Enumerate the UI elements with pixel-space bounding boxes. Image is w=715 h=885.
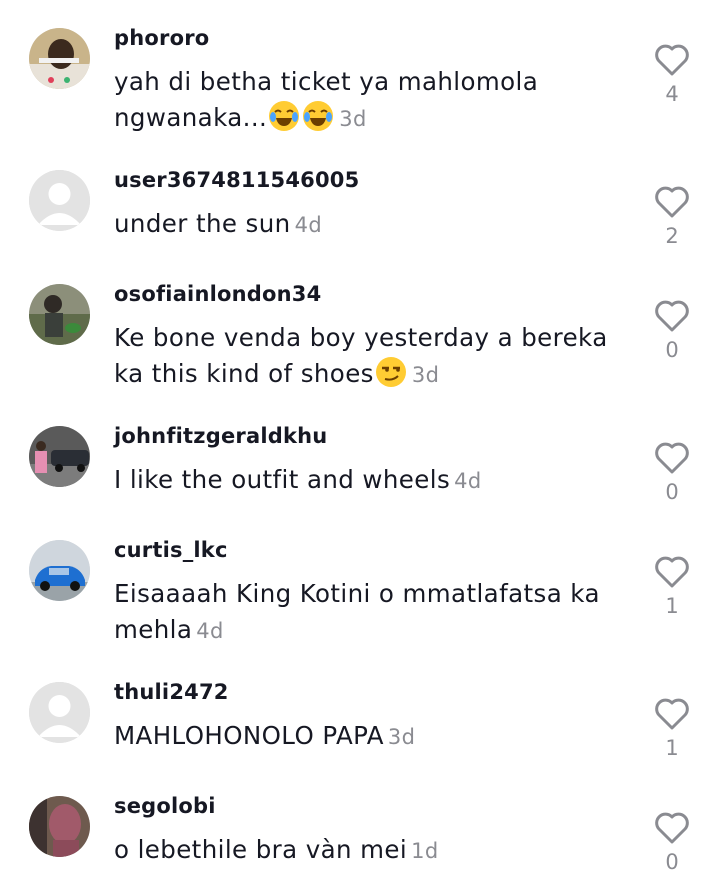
like-count: 1	[665, 594, 679, 618]
smirking-face-icon	[375, 356, 407, 388]
comment-time: 3d	[339, 107, 367, 131]
like-button[interactable]: 0	[650, 440, 694, 504]
comment-body: MAHLOHONOLO PAPA	[114, 721, 384, 750]
like-button[interactable]: 2	[650, 184, 694, 248]
comment-text: Eisaaaah King Kotini o mmatlafatsa ka me…	[114, 576, 639, 649]
avatar[interactable]	[29, 540, 90, 601]
username[interactable]: thuli2472	[114, 680, 229, 704]
comment-text: under the sun 4d	[114, 206, 639, 243]
avatar[interactable]	[29, 170, 90, 231]
heart-icon	[655, 698, 689, 730]
comment-time: 1d	[411, 839, 439, 863]
username[interactable]: curtis_lkc	[114, 538, 228, 562]
heart-icon	[655, 300, 689, 332]
avatar[interactable]	[29, 682, 90, 743]
avatar[interactable]	[29, 426, 90, 487]
heart-icon	[655, 44, 689, 76]
like-count: 0	[665, 480, 679, 504]
like-count: 0	[665, 338, 679, 362]
like-count: 0	[665, 850, 679, 874]
comment-body: under the sun	[114, 209, 291, 238]
comment-body: Eisaaaah King Kotini o mmatlafatsa ka me…	[114, 579, 600, 644]
avatar[interactable]	[29, 28, 90, 89]
heart-icon	[655, 812, 689, 844]
like-count: 1	[665, 736, 679, 760]
heart-icon	[655, 442, 689, 474]
comment-time: 3d	[411, 363, 440, 387]
username[interactable]: phororo	[114, 26, 209, 50]
comment-body: Ke bone venda boy yesterday a bereka ka …	[114, 323, 608, 388]
username[interactable]: osofiainlondon34	[114, 282, 321, 306]
like-button[interactable]: 0	[650, 810, 694, 874]
comment-body: o lebethile bra vàn mei	[114, 835, 408, 864]
username[interactable]: johnfitzgeraldkhu	[114, 424, 327, 448]
comment-time: 4d	[196, 619, 224, 643]
comment-text: Ke bone venda boy yesterday a bereka ka …	[114, 320, 639, 393]
username[interactable]: segolobi	[114, 794, 216, 818]
like-count: 4	[665, 82, 679, 106]
like-button[interactable]: 4	[650, 42, 694, 106]
comment-text: yah di betha ticket ya mahlomola ngwanak…	[114, 64, 639, 137]
comment-time: 4d	[454, 469, 482, 493]
avatar[interactable]	[29, 284, 90, 345]
heart-icon	[655, 556, 689, 588]
like-button[interactable]: 0	[650, 298, 694, 362]
face-with-tears-of-joy-icon	[268, 100, 300, 132]
avatar[interactable]	[29, 796, 90, 857]
comment-body: I like the outfit and wheels	[114, 465, 451, 494]
comment-text: I like the outfit and wheels 4d	[114, 462, 639, 499]
like-count: 2	[665, 224, 679, 248]
like-button[interactable]: 1	[650, 696, 694, 760]
like-button[interactable]: 1	[650, 554, 694, 618]
comment-time: 3d	[387, 725, 416, 749]
face-with-tears-of-joy-icon	[302, 100, 334, 132]
username[interactable]: user3674811546005	[114, 168, 359, 192]
comment-text: MAHLOHONOLO PAPA 3d	[114, 718, 639, 755]
heart-icon	[655, 186, 689, 218]
comment-time: 4d	[294, 213, 323, 237]
comment-text: o lebethile bra vàn mei 1d	[114, 832, 639, 869]
